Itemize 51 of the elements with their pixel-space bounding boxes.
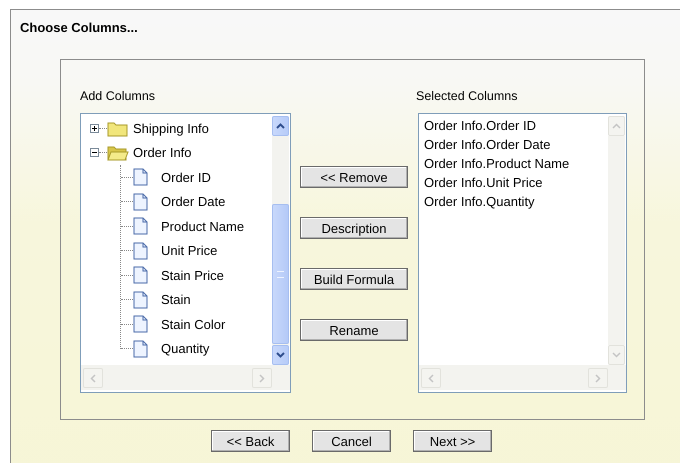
- tree-item[interactable]: Order Date: [161, 194, 226, 210]
- action-button[interactable]: Rename: [300, 319, 408, 341]
- dialog-title: Choose Columns...: [19, 20, 139, 35]
- expander-icon[interactable]: [90, 148, 99, 158]
- scroll-down-button[interactable]: [272, 345, 289, 365]
- document-icon: [133, 266, 148, 284]
- document-icon: [133, 315, 148, 334]
- document-icon: [133, 192, 148, 211]
- chevron-right-icon: [259, 374, 265, 382]
- chevron-left-icon: [428, 374, 434, 382]
- scroll-left-button[interactable]: [83, 368, 103, 388]
- tree-item[interactable]: Stain Price: [161, 268, 224, 283]
- tree-item[interactable]: Stain Color: [161, 316, 226, 332]
- scroll-right-button[interactable]: [588, 368, 608, 388]
- list-item[interactable]: Order Info.Quantity: [424, 192, 608, 211]
- list-item[interactable]: Order Info.Order Date: [424, 135, 608, 154]
- document-icon: [133, 217, 148, 236]
- nav-button[interactable]: Cancel: [312, 430, 391, 452]
- tree-item[interactable]: Product Name: [161, 218, 244, 234]
- tree-item[interactable]: Shipping Info: [133, 120, 209, 136]
- document-icon: [133, 242, 148, 260]
- chevron-left-icon: [90, 374, 96, 382]
- document-icon: [133, 340, 148, 358]
- chevron-down-icon: [612, 352, 621, 358]
- list-item[interactable]: Order Info.Unit Price: [424, 173, 608, 192]
- chevron-down-icon: [276, 352, 285, 358]
- tree-item[interactable]: Stain: [161, 292, 191, 308]
- tree-item[interactable]: Quantity: [161, 341, 210, 356]
- document-icon: [133, 290, 148, 309]
- tree-item[interactable]: Order ID: [161, 170, 211, 185]
- chevron-up-icon: [276, 123, 285, 129]
- scroll-up-button[interactable]: [272, 116, 289, 136]
- chevron-right-icon: [595, 374, 601, 382]
- nav-button[interactable]: Next >>: [413, 430, 492, 452]
- scroll-thumb[interactable]: [272, 204, 289, 344]
- chevron-up-icon: [612, 123, 621, 129]
- list-label: Selected Columns: [416, 89, 518, 105]
- action-button[interactable]: Description: [300, 217, 408, 239]
- scroll-left-button[interactable]: [421, 368, 441, 388]
- document-icon: [133, 168, 148, 186]
- tree-item[interactable]: Unit Price: [161, 243, 218, 258]
- list-item[interactable]: Order Info.Product Name: [424, 154, 608, 173]
- expander-icon[interactable]: [90, 124, 99, 133]
- action-button[interactable]: << Remove: [300, 166, 408, 188]
- nav-button[interactable]: << Back: [211, 430, 290, 452]
- tree-item[interactable]: Order Info: [133, 145, 192, 160]
- folder-icon: [107, 144, 129, 162]
- folder-icon: [107, 120, 129, 137]
- list-label: Add Columns: [80, 89, 156, 105]
- action-button[interactable]: Build Formula: [300, 268, 408, 290]
- list-item[interactable]: Order Info.Order ID: [424, 116, 608, 135]
